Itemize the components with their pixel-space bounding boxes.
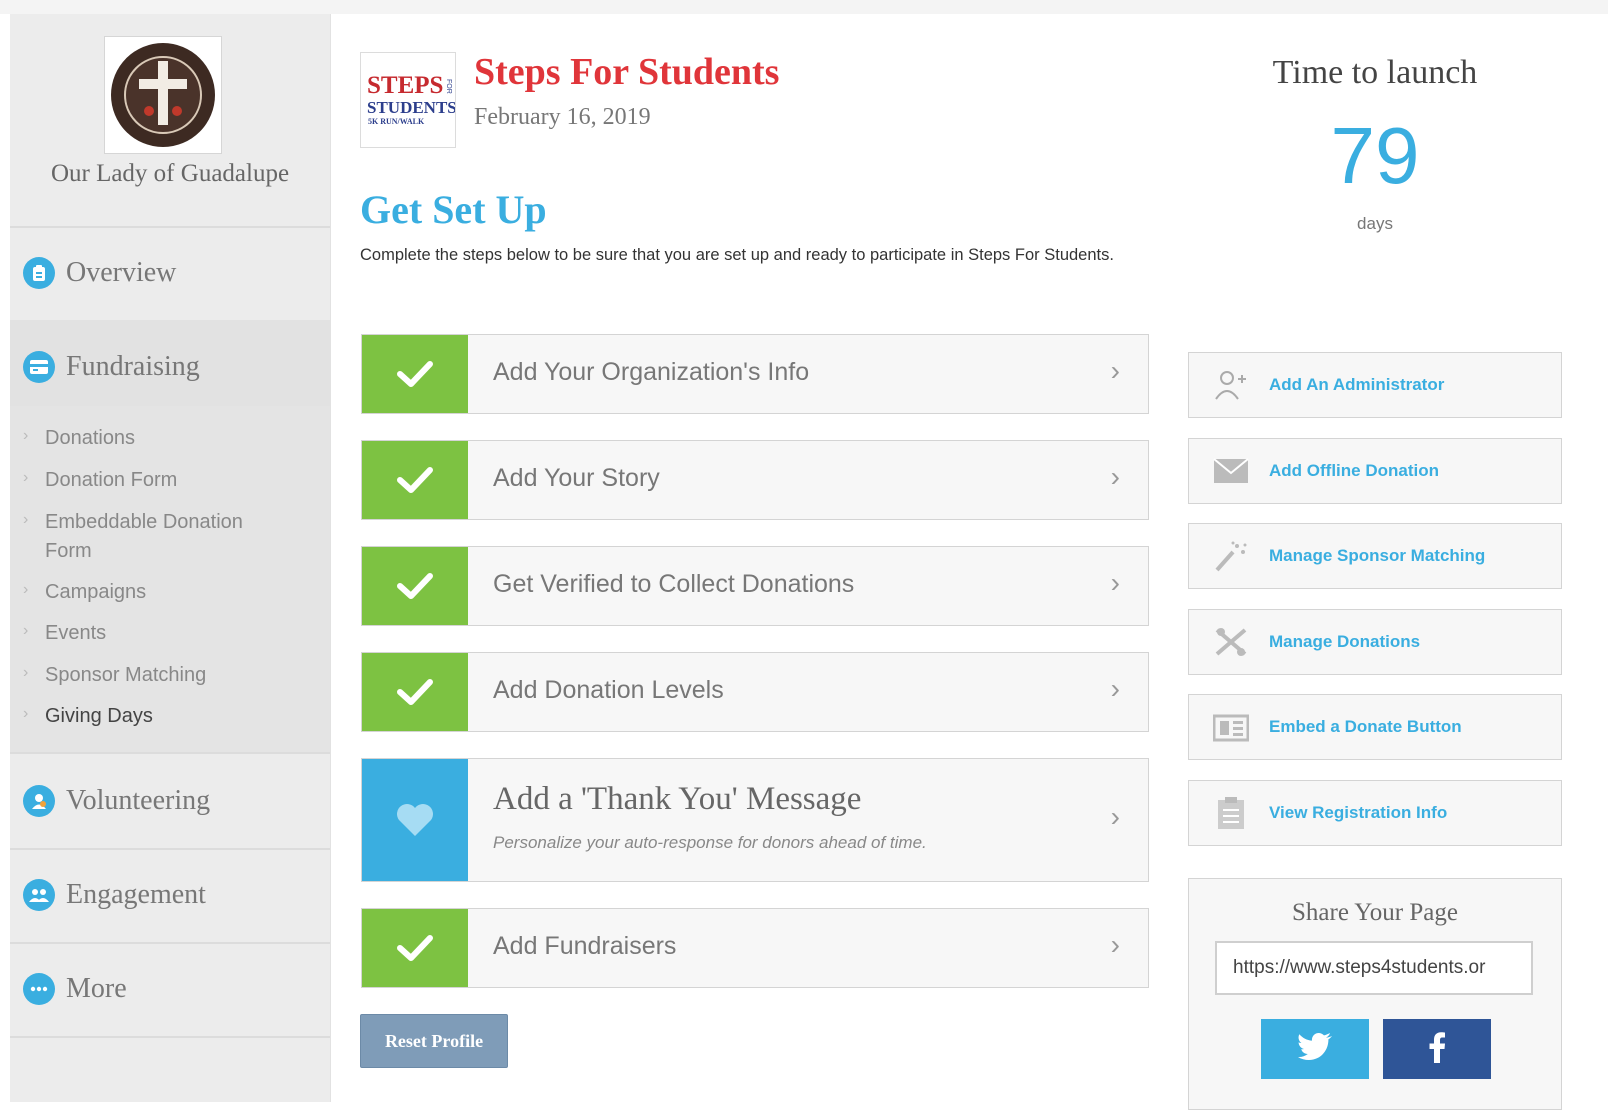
svg-text:5K RUN/WALK: 5K RUN/WALK [368,117,425,126]
svg-text:FOR: FOR [445,79,452,94]
svg-text:STUDENTS: STUDENTS [367,98,455,117]
event-logo: STEPS STUDENTS 5K RUN/WALK FOR [360,52,457,148]
nav-volunteering[interactable]: Volunteering [10,754,330,850]
nav-fundraising-label: Fundraising [66,351,200,382]
share-panel: Share Your Page [1188,878,1562,1110]
sub-item-campaigns[interactable]: › Campaigns [23,578,285,607]
sub-item-giving-days[interactable]: › Giving Days [23,702,285,731]
sub-item-donations[interactable]: › Donations [23,424,285,453]
sub-item-events[interactable]: › Events [23,619,285,648]
reset-profile-button[interactable]: Reset Profile [360,1014,508,1068]
top-bar [0,0,1608,14]
chevron-right-icon: › [1110,929,1120,960]
step-label: Add Donation Levels [493,676,724,704]
clipboard-icon [1213,797,1249,829]
add-user-icon [1213,369,1249,401]
nav-overview-label: Overview [66,257,177,288]
step-organization-info[interactable]: Add Your Organization's Info › [361,334,1149,414]
launch-title: Time to launch [1272,54,1478,91]
check-icon [362,547,468,625]
chevron-right-icon: › [23,511,29,528]
chevron-right-icon: › [1110,461,1120,492]
manage-donations-button[interactable]: Manage Donations [1188,609,1562,675]
step-description: Personalize your auto-response for donor… [493,833,927,852]
step-get-verified[interactable]: Get Verified to Collect Donations › [361,546,1149,626]
nav-overview[interactable]: Overview [10,226,330,322]
step-donation-levels[interactable]: Add Donation Levels › [361,652,1149,732]
step-fundraisers[interactable]: Add Fundraisers › [361,908,1149,988]
step-label: Add Fundraisers [493,932,677,960]
step-label: Add Your Story [493,464,660,492]
add-administrator-button[interactable]: Add An Administrator [1188,352,1562,418]
check-icon [362,909,468,987]
sidebar: Our Lady of Guadalupe Overview Fundraisi… [10,14,331,1102]
nav-more[interactable]: More [10,942,330,1038]
share-heading: Share Your Page [1292,899,1458,926]
check-icon [362,653,468,731]
chevron-right-icon: › [1110,801,1120,832]
org-name: Our Lady of Guadalupe [50,160,290,187]
org-logo [104,36,222,154]
action-label: View Registration Info [1269,803,1448,822]
volunteer-icon [23,785,55,817]
setup-heading: Get Set Up [360,187,547,232]
step-label: Add Your Organization's Info [493,358,810,386]
more-icon [23,973,55,1005]
twitter-share-button[interactable] [1261,1019,1369,1079]
svg-text:STEPS: STEPS [367,72,443,99]
magic-wand-icon [1213,540,1249,572]
add-offline-donation-button[interactable]: Add Offline Donation [1188,438,1562,504]
manage-sponsor-matching-button[interactable]: Manage Sponsor Matching [1188,523,1562,589]
chevron-right-icon: › [23,664,29,681]
action-label: Add An Administrator [1269,375,1445,394]
nav-more-label: More [66,973,127,1004]
heart-icon [362,759,468,881]
nav-volunteering-label: Volunteering [66,785,211,816]
chevron-right-icon: › [23,427,29,444]
check-icon [362,335,468,413]
action-label: Manage Donations [1269,632,1421,651]
sub-item-donation-form[interactable]: › Donation Form [23,466,285,495]
step-label: Add a 'Thank You' Message [493,781,862,817]
check-icon [362,441,468,519]
step-label: Get Verified to Collect Donations [493,570,855,598]
sub-item-embeddable-donation-form[interactable]: › Embeddable Donation Form [23,508,285,566]
embed-icon [1212,711,1250,743]
view-registration-info-button[interactable]: View Registration Info [1188,780,1562,846]
sub-item-sponsor-matching[interactable]: › Sponsor Matching [23,661,285,690]
setup-description: Complete the steps below to be sure that… [360,246,1114,264]
nav-engagement-label: Engagement [66,879,206,910]
tools-icon [1213,626,1249,658]
nav-fundraising[interactable]: Fundraising [10,320,330,416]
chevron-right-icon: › [23,469,29,486]
action-label: Manage Sponsor Matching [1269,546,1486,565]
facebook-icon [1428,1031,1446,1068]
chevron-right-icon: › [23,581,29,598]
envelope-icon [1213,455,1249,487]
nav-engagement[interactable]: Engagement [10,848,330,944]
embed-donate-button[interactable]: Embed a Donate Button [1188,694,1562,760]
facebook-share-button[interactable] [1383,1019,1491,1079]
fundraising-submenu: › Donations › Donation Form › Embeddable Do… [10,406,330,754]
step-thank-you-message[interactable]: Add a 'Thank You' Message Personalize yo… [361,758,1149,882]
chevron-right-icon: › [1110,567,1120,598]
chevron-right-icon: › [1110,673,1120,704]
launch-unit: days [1357,214,1393,233]
action-label: Add Offline Donation [1269,461,1439,480]
action-label: Embed a Donate Button [1269,717,1462,736]
chevron-right-icon: › [23,705,29,722]
org-header: Our Lady of Guadalupe [10,14,330,228]
launch-countdown: 79 [1330,111,1420,200]
people-icon [23,879,55,911]
step-story[interactable]: Add Your Story › [361,440,1149,520]
share-url-field[interactable] [1215,941,1533,995]
event-date: February 16, 2019 [474,104,651,130]
credit-card-icon [23,351,55,383]
clipboard-icon [23,257,55,289]
twitter-icon [1297,1032,1333,1067]
chevron-right-icon: › [23,622,29,639]
page-title: Steps For Students [474,51,780,93]
chevron-right-icon: › [1110,355,1120,386]
